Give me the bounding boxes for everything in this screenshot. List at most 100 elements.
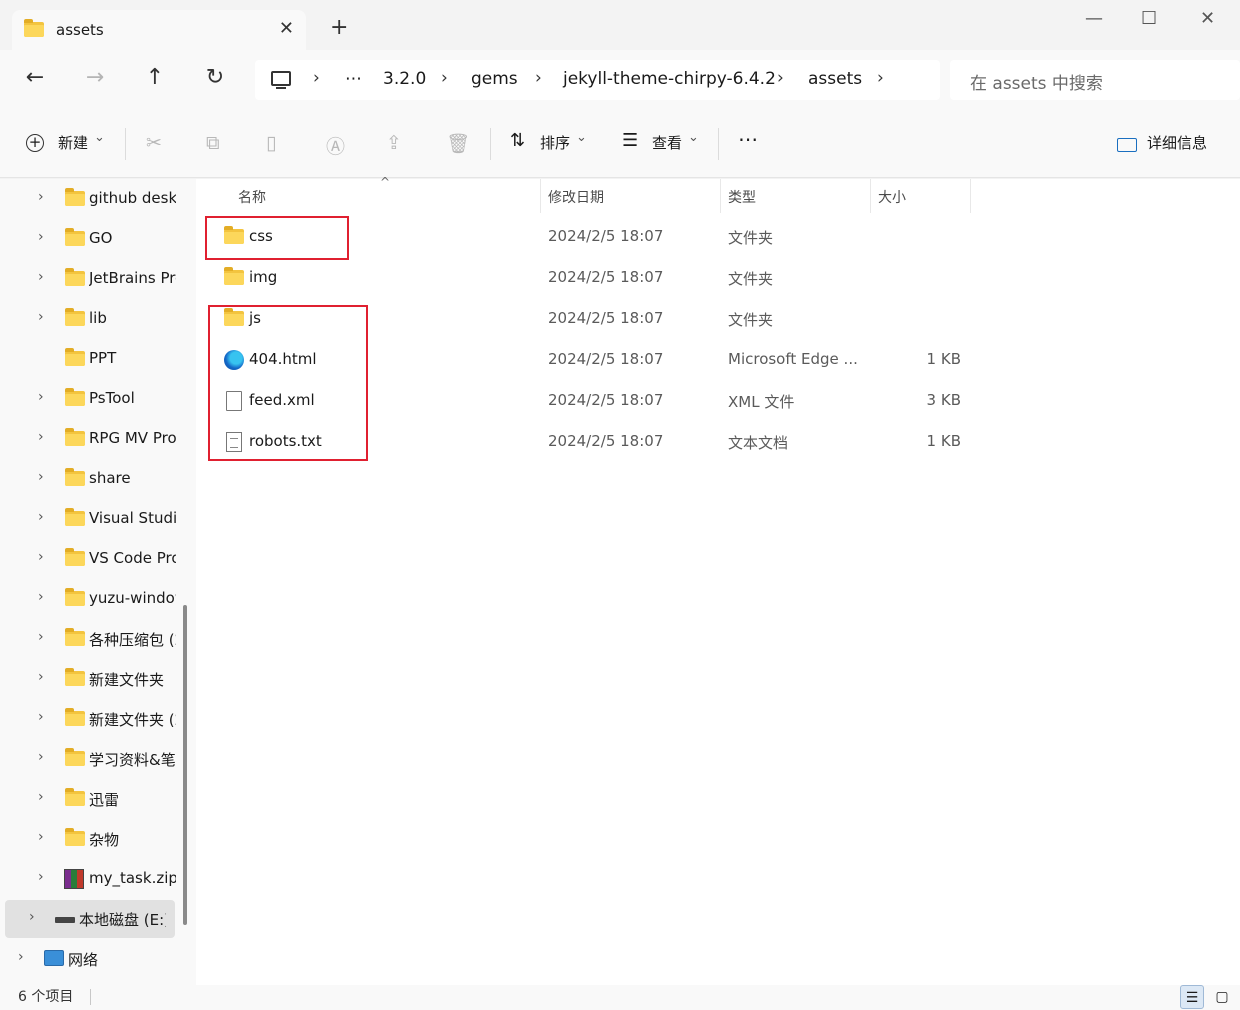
chevron-right-icon[interactable]: › [38,829,44,845]
sidebar-item-label: Visual Studio [89,509,176,527]
new-tab-button[interactable]: + [330,17,348,39]
chevron-right-icon[interactable]: › [38,749,44,765]
column-divider[interactable] [720,179,721,213]
sidebar-item[interactable]: › github desktop [0,180,176,218]
sidebar-item[interactable]: › 新建文件夹 [0,660,176,698]
chevron-right-icon[interactable]: › [38,309,44,325]
copy-icon[interactable]: ⧉ [206,132,220,154]
sidebar-item[interactable]: › Visual Studio [0,500,176,538]
column-divider[interactable] [970,179,971,213]
chevron-right-icon[interactable]: › [38,709,44,725]
sidebar-item[interactable]: › 各种压缩包 (2) [0,620,176,658]
breadcrumb-separator[interactable]: › [441,68,448,88]
breadcrumb-item[interactable]: assets [808,69,862,89]
breadcrumb-separator[interactable]: › [877,68,884,88]
sidebar-item[interactable]: › my_task.zip [0,860,176,898]
new-button[interactable]: + [26,134,44,152]
breadcrumb-separator[interactable]: › [313,68,320,88]
sidebar-item-label: RPG MV Project [89,429,176,447]
chevron-down-icon[interactable]: ⌄ [576,130,587,145]
sidebar-item[interactable]: › 迅雷 [0,780,176,818]
view-button[interactable]: 查看 [652,132,682,153]
column-header-date[interactable]: 修改日期 [548,187,604,207]
tiles-view-button[interactable]: ▢ [1210,985,1234,1009]
divider [718,128,719,160]
more-options-button[interactable]: ⋯ [738,127,758,151]
column-divider[interactable] [540,179,541,213]
chevron-right-icon[interactable]: › [38,789,44,805]
column-header-name[interactable]: 名称 [238,187,266,207]
tab-assets[interactable]: assets ✕ [12,10,306,50]
chevron-right-icon[interactable]: › [29,909,35,925]
breadcrumb-item[interactable]: jekyll-theme-chirpy-6.4.2 [563,69,776,89]
column-divider[interactable] [870,179,871,213]
chevron-right-icon[interactable]: › [38,429,44,445]
sidebar-item[interactable]: › RPG MV Project [0,420,176,458]
search-input[interactable]: 在 assets 中搜索 [950,60,1240,100]
sidebar-item-network[interactable]: › 网络 [0,940,176,978]
navigation-bar: ← → ↑ ↻ › ⋯ 3.2.0 › gems › jekyll-theme-… [0,50,1240,110]
sort-button[interactable]: 排序 [540,132,570,153]
breadcrumb-separator[interactable]: › [777,68,784,88]
sidebar-item[interactable]: › 杂物 [0,820,176,858]
folder-icon [224,267,244,285]
chevron-down-icon[interactable]: ⌄ [688,130,699,145]
computer-icon[interactable] [271,71,291,86]
sidebar-item[interactable]: › VS Code Project [0,540,176,578]
delete-icon[interactable]: 🗑 [446,132,470,155]
sidebar-item[interactable]: › 学习资料&笔记 [0,740,176,778]
chevron-right-icon[interactable]: › [38,229,44,245]
chevron-right-icon[interactable]: › [38,629,44,645]
breadcrumb-item[interactable]: 3.2.0 [383,69,426,89]
chevron-right-icon[interactable]: › [38,509,44,525]
sidebar-item[interactable]: › share [0,460,176,498]
sidebar-item[interactable]: › GO [0,220,176,258]
chevron-right-icon[interactable]: › [38,549,44,565]
chevron-right-icon[interactable]: › [18,949,24,965]
chevron-right-icon[interactable]: › [38,469,44,485]
cut-icon[interactable]: ✂ [146,132,162,154]
close-window-button[interactable]: ✕ [1200,8,1215,29]
breadcrumb-separator[interactable]: › [535,68,542,88]
forward-button[interactable]: → [80,65,110,95]
chevron-right-icon[interactable]: › [38,669,44,685]
view-icon[interactable]: ☰ [622,130,638,151]
column-header-type[interactable]: 类型 [728,187,756,207]
details-button[interactable]: 详细信息 [1147,132,1207,153]
navigation-pane: › github desktop › GO › JetBrains Projec… [0,179,196,985]
maximize-button[interactable]: ☐ [1141,8,1157,29]
paste-icon[interactable]: ▯ [266,132,276,154]
breadcrumb-item[interactable]: gems [471,69,518,89]
up-button[interactable]: ↑ [140,65,170,95]
sidebar-item[interactable]: › JetBrains Projects [0,260,176,298]
share-icon[interactable]: ⇪ [386,132,402,154]
chevron-right-icon[interactable]: › [38,189,44,205]
address-bar[interactable]: › ⋯ 3.2.0 › gems › jekyll-theme-chirpy-6… [255,60,940,100]
chevron-down-icon[interactable]: ⌄ [94,130,105,145]
chevron-right-icon[interactable]: › [38,869,44,885]
new-button-label[interactable]: 新建 [58,132,88,153]
sidebar-scrollbar[interactable] [183,605,187,925]
sidebar-item[interactable]: PPT [0,340,176,378]
back-button[interactable]: ← [20,65,50,95]
chevron-right-icon[interactable]: › [38,269,44,285]
sort-icon[interactable]: ⇅ [510,130,525,151]
sidebar-item[interactable]: › PsTool [0,380,176,418]
sidebar-item[interactable]: › 新建文件夹 (2) [0,700,176,738]
chevron-right-icon[interactable]: › [38,589,44,605]
sidebar-item-drive-e[interactable]: › 本地磁盘 (E:) [5,900,175,938]
details-view-button[interactable]: ☰ [1180,985,1204,1009]
rename-icon[interactable]: Ⓐ [326,132,345,159]
details-pane-icon[interactable] [1117,138,1137,152]
chevron-right-icon[interactable]: › [38,389,44,405]
file-list: ^ 名称 修改日期 类型 大小 css 2024/2/5 18:07 文件夹 i… [196,175,1240,985]
file-size: 3 KB [926,391,961,409]
sidebar-item[interactable]: › lib [0,300,176,338]
minimize-button[interactable]: — [1085,8,1103,29]
column-header-size[interactable]: 大小 [878,187,906,207]
breadcrumb-overflow[interactable]: ⋯ [345,69,362,89]
refresh-button[interactable]: ↻ [200,65,230,95]
close-tab-icon[interactable]: ✕ [279,18,294,39]
file-row[interactable]: img 2024/2/5 18:07 文件夹 [206,258,976,299]
sidebar-item[interactable]: › yuzu-windows [0,580,176,618]
